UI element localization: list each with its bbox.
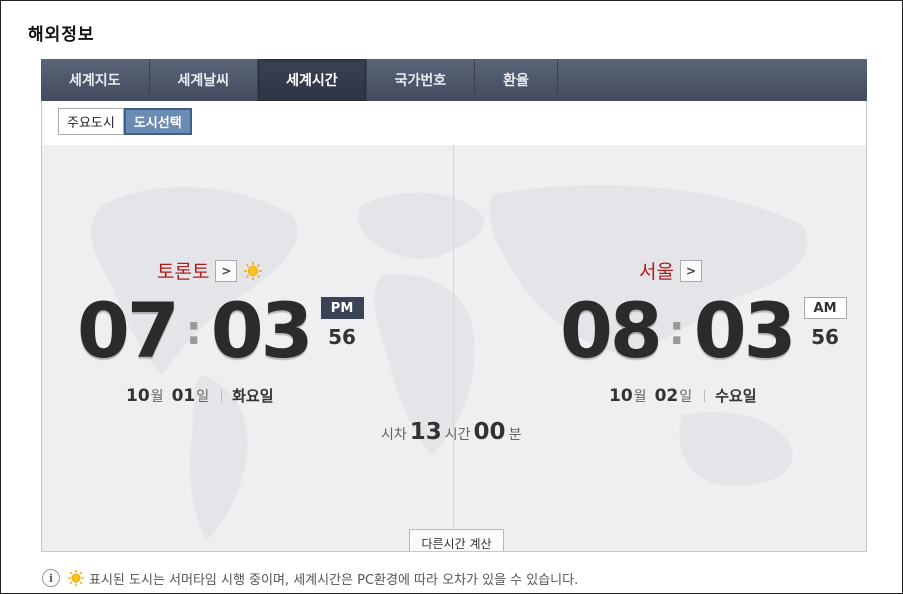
left-city-change-button[interactable]: > (215, 259, 238, 282)
left-minutes: 03 (210, 286, 314, 375)
left-city-header: 토론토 > (157, 257, 263, 284)
left-weekday: 화요일 (232, 387, 274, 405)
main-tabs: 세계지도 세계날씨 세계시간 국가번호 환율 (41, 59, 867, 101)
footer-note: i 표시된 도시는 서머타임 시행 중이며, 세계시간은 PC환경에 따라 오차… (42, 568, 578, 588)
diff-prefix: 시차 (381, 427, 407, 443)
tab-world-time[interactable]: 세계시간 (258, 59, 367, 101)
right-city-header: 서울 > (639, 257, 702, 284)
right-minutes: 03 (693, 286, 797, 375)
diff-minutes-unit: 분 (508, 427, 522, 443)
left-day-unit: 일 (196, 388, 210, 405)
left-city-name: 토론토 (157, 261, 210, 283)
tab-world-weather[interactable]: 세계날씨 (150, 59, 259, 101)
left-colon: : (185, 308, 202, 354)
left-date: 10 월 01 일 화요일 (126, 385, 274, 406)
note-text: 표시된 도시는 서머타임 시행 중이며, 세계시간은 PC환경에 따라 오차가 … (89, 572, 579, 588)
right-weekday: 수요일 (715, 387, 757, 405)
sun-icon (66, 568, 86, 588)
right-seconds: 56 (811, 325, 839, 349)
left-hours: 07 (77, 286, 180, 375)
tab-exchange-rate[interactable]: 환율 (475, 59, 558, 101)
left-month: 10 (126, 385, 150, 406)
left-month-unit: 월 (150, 388, 164, 405)
diff-minutes: 00 (473, 419, 506, 445)
tab-world-map[interactable]: 세계지도 (41, 59, 150, 101)
right-date: 10 월 02 일 수요일 (609, 385, 757, 406)
right-city-change-button[interactable]: > (679, 259, 702, 282)
right-time: 08 : 03 AM 56 (560, 293, 847, 369)
info-icon: i (42, 569, 60, 587)
center-divider (453, 145, 454, 551)
right-month: 10 (609, 385, 633, 406)
subtab-select-city[interactable]: 도시선택 (123, 108, 192, 135)
date-separator (704, 389, 706, 402)
right-colon: : (668, 308, 685, 354)
left-seconds: 56 (328, 325, 356, 349)
left-time: 07 : 03 PM 56 (77, 293, 364, 369)
tab-country-code[interactable]: 국가번호 (367, 59, 476, 101)
diff-hours: 13 (409, 419, 442, 445)
sun-icon (243, 261, 263, 281)
calc-other-time-button[interactable]: 다른시간 계산 (409, 529, 504, 551)
clock-area: 토론토 > 07 : 03 PM 56 10 월 01 일 화요일 시차 13 … (42, 145, 866, 551)
right-ampm-badge: AM (803, 297, 847, 319)
date-separator (221, 389, 223, 402)
time-difference: 시차 13 시간 00 분 (381, 419, 521, 445)
right-city-name: 서울 (639, 261, 674, 283)
right-hours: 08 (560, 286, 663, 375)
left-day: 01 (171, 385, 196, 406)
subtab-major-cities[interactable]: 주요도시 (58, 108, 124, 135)
diff-hours-unit: 시간 (444, 427, 471, 443)
world-time-panel: 주요도시 도시선택 토론토 > 07: 03 PM 56 10 월 01 일 … (41, 101, 867, 552)
right-month-unit: 월 (633, 388, 647, 405)
right-day: 02 (654, 385, 679, 406)
right-day-unit: 일 (679, 388, 693, 405)
subtabs: 주요도시 도시선택 (58, 108, 192, 135)
left-ampm-badge: PM (320, 297, 364, 319)
page-title: 해외정보 (28, 25, 95, 45)
